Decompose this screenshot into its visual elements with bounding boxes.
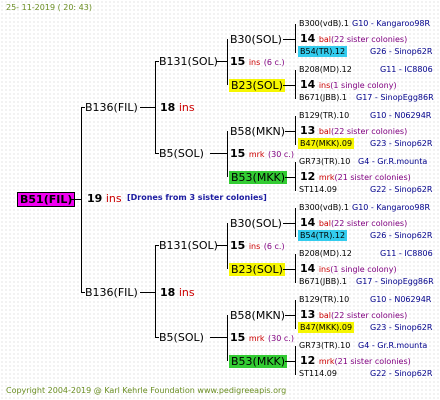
l1-top-generation: 18 ins [160, 101, 195, 114]
l2-tb-generation: 15 mrk (30 c.) [230, 147, 294, 160]
footer-copyright: Copyright 2004-2019 @ Karl Kehrle Founda… [6, 386, 287, 395]
l3-connector-2 [283, 85, 295, 86]
l4-4-sire-origin: G4 - Gr.R.mounta [358, 157, 428, 166]
l4-8-sire: GR73(TR).10 [299, 341, 351, 350]
l4-2-dam: B671(JBB).1 [299, 93, 347, 102]
l4-6-dam: B671(JBB).1 [299, 277, 347, 286]
l3-node-6: B23(SOL) [229, 263, 285, 276]
l4-7-generation: 13 bal(22 sister colonies) [300, 308, 408, 321]
l4-3-dam-origin: G23 - Sinop62R [370, 139, 433, 148]
l4-bracket-6 [295, 254, 296, 283]
l3-node-7: B58(MKN) [230, 309, 286, 322]
l4-4-sire: GR73(TR).10 [299, 157, 351, 166]
l4-5-dam: B54(TR).12 [298, 230, 348, 241]
l4-7-sire-origin: G10 - N06294R [370, 295, 432, 304]
l1-bottom-bracket [155, 245, 156, 337]
l4-1-dam: B54(TR).12 [298, 46, 348, 57]
l3-connector-1 [283, 39, 295, 40]
l3-node-4: B53(MKK) [229, 171, 288, 184]
l2-tb-connector [210, 153, 228, 154]
l3-node-3: B58(MKN) [230, 125, 286, 138]
l4-5-sire: B300(vdB).1 [299, 203, 349, 212]
l3-node-8: B53(MKK) [229, 355, 288, 368]
l3-connector-6 [283, 269, 295, 270]
l1-top-label: B136(FIL) [85, 101, 138, 114]
l4-bracket-8 [295, 346, 296, 375]
l3-connector-3 [285, 131, 295, 132]
l1-top-bracket [155, 61, 156, 154]
l4-8-generation: 12 mrk(21 sister colonies) [300, 354, 411, 367]
l2-bb-generation: 15 mrk (30 c.) [230, 331, 294, 344]
l4-5-generation: 14 bal(22 sister colonies) [300, 216, 408, 229]
l3-connector-7 [285, 315, 295, 316]
root-queen: B51(FIL) [17, 192, 76, 207]
l4-1-dam-origin: G26 - Sinop62R [370, 47, 433, 56]
pedigree-page: 25- 11-2019 ( 20: 43) B51(FIL) 19 ins [D… [0, 0, 440, 400]
l4-4-dam: ST114.09 [299, 185, 337, 194]
l4-bracket-4 [295, 162, 296, 191]
l4-2-sire-origin: G11 - IC8806 [380, 65, 433, 74]
l3-connector-8 [285, 361, 295, 362]
l4-4-dam-origin: G22 - Sinop62R [370, 185, 433, 194]
l2-bt-generation: 15 ins (6 c.) [230, 239, 285, 252]
l4-2-generation: 14 ins(1 single colony) [300, 78, 397, 91]
l1-bottom-generation: 18 ins [160, 286, 195, 299]
l4-7-dam: B47(MKK).09 [298, 322, 355, 333]
l4-6-sire-origin: G11 - IC8806 [380, 249, 433, 258]
l4-6-dam-origin: G17 - SinopEgg86R [356, 277, 434, 286]
l4-7-dam-origin: G23 - Sinop62R [370, 323, 433, 332]
l4-2-dam-origin: G17 - SinopEgg86R [356, 93, 434, 102]
l4-bracket-3 [295, 116, 296, 145]
l2-tt-bracket [227, 39, 228, 85]
l3-connector-4 [285, 177, 295, 178]
l1-top-connector [140, 107, 156, 108]
l4-1-generation: 14 bal(22 sister colonies) [300, 32, 408, 45]
l4-8-dam-origin: G22 - Sinop62R [370, 369, 433, 378]
l3-node-2: B23(SOL) [229, 79, 285, 92]
l4-3-dam: B47(MKK).09 [298, 138, 355, 149]
l4-1-sire: B300(vdB).1 [299, 19, 349, 28]
l1-bottom-label: B136(FIL) [85, 286, 138, 299]
l2-bb-connector [210, 337, 228, 338]
l2-bt-label: B131(SOL) [159, 239, 218, 252]
l4-6-generation: 14 ins(1 single colony) [300, 262, 397, 275]
l4-bracket-7 [295, 300, 296, 329]
drones-note: [Drones from 3 sister colonies] [127, 193, 267, 202]
l4-bracket-1 [295, 24, 296, 53]
date-stamp: 25- 11-2019 ( 20: 43) [6, 3, 92, 12]
l2-bb-bracket [227, 315, 228, 361]
l2-tb-bracket [227, 131, 228, 177]
l4-3-sire-origin: G10 - N06294R [370, 111, 432, 120]
l3-node-1: B30(SOL) [230, 33, 282, 46]
l3-node-5: B30(SOL) [230, 217, 282, 230]
l2-tt-generation: 15 ins (6 c.) [230, 55, 285, 68]
l4-2-sire: B208(MD).12 [299, 65, 352, 74]
l4-bracket-5 [295, 208, 296, 237]
l2-bt-bracket [227, 223, 228, 269]
l4-5-dam-origin: G26 - Sinop62R [370, 231, 433, 240]
l4-1-sire-origin: G10 - Kangaroo98R [352, 19, 431, 28]
l4-3-generation: 13 bal(22 sister colonies) [300, 124, 408, 137]
l4-bracket-2 [295, 70, 296, 99]
l4-8-sire-origin: G4 - Gr.R.mounta [358, 341, 428, 350]
l4-4-generation: 12 mrk(21 sister colonies) [300, 170, 411, 183]
l3-connector-5 [283, 223, 295, 224]
l4-8-dam: ST114.09 [299, 369, 337, 378]
l4-7-sire: B129(TR).10 [299, 295, 350, 304]
l2-tt-label: B131(SOL) [159, 55, 218, 68]
l1-bottom-connector [140, 292, 156, 293]
root-generation: 19 ins [87, 192, 122, 205]
l4-6-sire: B208(MD).12 [299, 249, 352, 258]
l2-tb-label: B5(SOL) [159, 147, 204, 160]
l4-5-sire-origin: G10 - Kangaroo98R [352, 203, 431, 212]
l4-3-sire: B129(TR).10 [299, 111, 350, 120]
root-bracket [81, 107, 82, 292]
l2-bb-label: B5(SOL) [159, 331, 204, 344]
